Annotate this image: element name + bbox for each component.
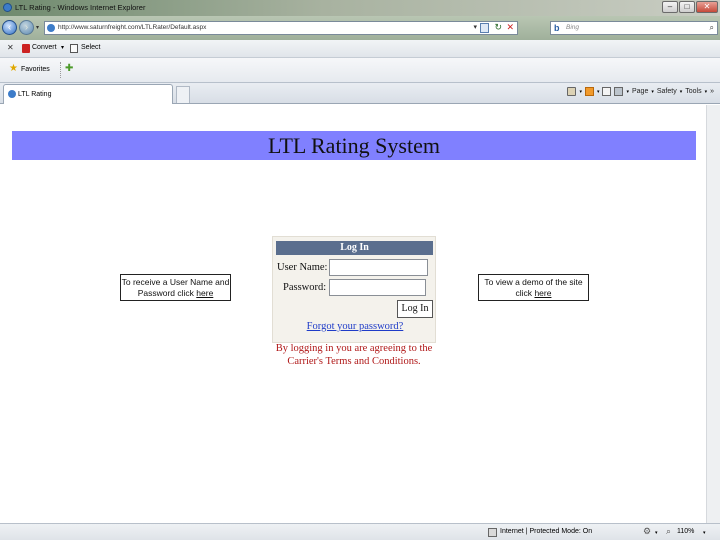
safety-dropdown-icon[interactable]: ▾ <box>680 89 683 95</box>
vertical-scrollbar[interactable] <box>706 105 720 523</box>
login-button[interactable]: Log In <box>397 300 433 318</box>
safety-menu[interactable]: Safety <box>657 88 677 95</box>
page-title: LTL Rating System <box>268 133 440 158</box>
minimize-button[interactable]: – <box>662 1 678 13</box>
home-dropdown-icon[interactable]: ▾ <box>579 89 582 95</box>
compatibility-view-icon[interactable] <box>480 23 489 33</box>
print-icon[interactable] <box>614 87 624 96</box>
window-controls: – □ ✕ <box>662 1 718 13</box>
window-title-bar: LTL Rating - Windows Internet Explorer –… <box>0 0 720 16</box>
tab-bar: LTL Rating ▾ ▾ ▾ Page ▾ Safety ▾ Tools ▾… <box>0 83 720 104</box>
address-bar[interactable]: http://www.saturnfreight.com/LTLRater/De… <box>44 21 518 35</box>
divider <box>60 62 61 78</box>
password-input[interactable] <box>329 279 426 296</box>
search-placeholder: Bing <box>566 24 580 31</box>
tab-label: LTL Rating <box>18 91 52 98</box>
close-toolbar-icon[interactable]: ✕ <box>7 43 14 52</box>
tab-ltl-rating[interactable]: LTL Rating <box>3 84 173 104</box>
read-mail-icon[interactable] <box>602 87 612 96</box>
print-dropdown-icon[interactable]: ▾ <box>626 89 629 95</box>
refresh-icon[interactable]: ↻ <box>494 22 502 33</box>
select-button[interactable]: Select <box>81 44 100 51</box>
back-button[interactable]: ‹ <box>2 20 17 35</box>
demo-here-link[interactable]: here <box>534 288 551 298</box>
maximize-button[interactable]: □ <box>679 1 695 13</box>
username-input[interactable] <box>329 259 428 276</box>
home-icon[interactable] <box>567 87 577 96</box>
login-header-title: Log In <box>340 242 369 253</box>
page-dropdown-icon[interactable]: ▾ <box>651 89 654 95</box>
tools-dropdown-icon[interactable]: ▾ <box>705 89 708 95</box>
convert-button[interactable]: Convert <box>32 44 57 51</box>
tools-menu[interactable]: Tools <box>685 88 701 95</box>
pdf-convert-icon <box>22 44 30 53</box>
url-text[interactable]: http://www.saturnfreight.com/LTLRater/De… <box>58 24 206 31</box>
search-icon[interactable]: ⌕ <box>710 23 714 33</box>
terms-notice: By logging in you are agreeing to the Ca… <box>275 343 433 367</box>
password-label: Password: <box>283 282 327 293</box>
internet-zone-icon <box>488 528 497 537</box>
login-header: Log In <box>276 241 433 255</box>
stop-icon[interactable]: ✕ <box>506 22 514 33</box>
title-banner: LTL Rating System <box>12 131 696 160</box>
signup-info-box: To receive a User Name and Password clic… <box>120 274 231 301</box>
convert-dropdown-icon[interactable]: ▾ <box>61 44 64 51</box>
demo-info-box: To view a demo of the site click here <box>478 274 589 301</box>
address-dropdown-icon[interactable]: ▾ <box>473 23 477 31</box>
zoom-level[interactable]: 110% <box>677 528 694 535</box>
security-settings-icon[interactable]: ⚙ <box>643 526 651 537</box>
forgot-password-link[interactable]: Forgot your password? <box>273 321 437 332</box>
favorites-bar: ★ Favorites ✚ <box>0 58 720 83</box>
search-input[interactable]: b Bing ⌕ <box>550 21 718 35</box>
signup-here-link[interactable]: here <box>196 288 213 298</box>
command-toolbar: ▾ ▾ ▾ Page ▾ Safety ▾ Tools ▾ » <box>567 87 714 96</box>
status-bar: Internet | Protected Mode: On ⚙ ▾ ⌕ 110%… <box>0 523 720 540</box>
page-icon <box>8 90 16 98</box>
command-bar: ✕ Convert ▾ Select <box>0 40 720 58</box>
zoom-icon[interactable]: ⌕ <box>666 526 671 537</box>
username-label: User Name: <box>277 262 328 273</box>
security-zone-text[interactable]: Internet | Protected Mode: On <box>500 528 592 535</box>
bing-icon: b <box>554 23 560 33</box>
zoom-dropdown-icon[interactable]: ▾ <box>703 530 706 536</box>
security-dropdown-icon[interactable]: ▾ <box>655 530 658 536</box>
feeds-icon[interactable] <box>584 87 594 96</box>
feeds-dropdown-icon[interactable]: ▾ <box>597 89 600 95</box>
internet-explorer-icon <box>3 3 12 12</box>
page-menu[interactable]: Page <box>632 88 648 95</box>
navigation-bar: ‹ › ▾ http://www.saturnfreight.com/LTLRa… <box>0 16 720 40</box>
login-panel: Log In User Name: Password: Log In Forgo… <box>272 236 436 343</box>
select-icon <box>70 44 78 53</box>
more-chevron-icon[interactable]: » <box>710 88 714 95</box>
window-title: LTL Rating - Windows Internet Explorer <box>15 3 146 12</box>
add-to-favorites-icon[interactable]: ✚ <box>65 63 73 74</box>
favorites-star-icon[interactable]: ★ <box>9 63 18 74</box>
page-icon <box>47 24 55 32</box>
favorites-button[interactable]: Favorites <box>21 66 50 73</box>
recent-pages-dropdown[interactable]: ▾ <box>36 24 39 31</box>
close-button[interactable]: ✕ <box>696 1 718 13</box>
page-content: LTL Rating System To receive a User Name… <box>0 105 720 523</box>
new-tab-button[interactable] <box>176 86 190 103</box>
forward-button[interactable]: › <box>19 20 34 35</box>
